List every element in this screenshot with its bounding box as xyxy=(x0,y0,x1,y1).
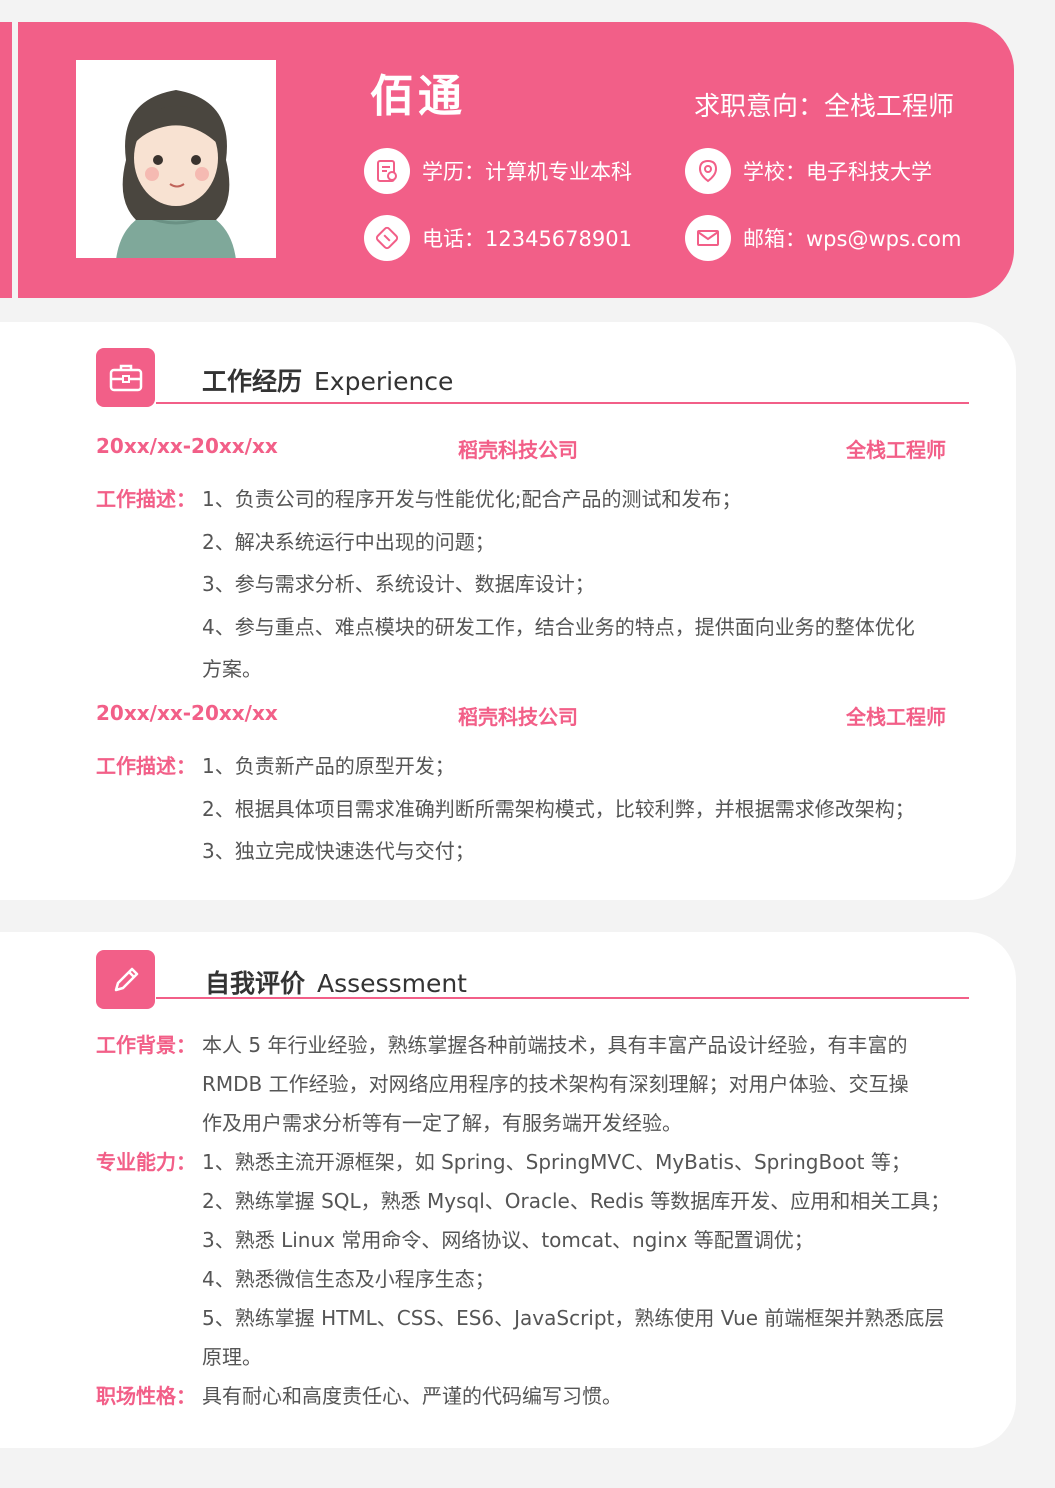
job-objective: 求职意向：全栈工程师 xyxy=(693,92,954,122)
assessment-line: 4、熟悉微信生态及小程序生态； xyxy=(202,1267,495,1291)
assessment-line: 3、熟悉 Linux 常用命令、网络协议、tomcat、nginx 等配置调优； xyxy=(202,1228,814,1252)
experience-divider xyxy=(156,402,969,404)
email-info: 邮箱：wps@wps.com xyxy=(685,215,961,261)
assessment-block: 专业能力： 1、熟悉主流开源框架，如 Spring、SpringMVC、MyBa… xyxy=(96,1143,966,1377)
certificate-icon xyxy=(364,148,410,194)
assessment-label: 专业能力： xyxy=(96,1150,196,1174)
experience-title: 工作经历 Experience xyxy=(202,362,453,398)
assessment-block: 职场性格： 具有耐心和高度责任心、严谨的代码编写习惯。 xyxy=(96,1377,966,1416)
assessment-line: 作及用户需求分析等有一定了解，有服务端开发经验。 xyxy=(202,1111,682,1135)
job-company: 稻壳科技公司 xyxy=(458,438,578,462)
assessment-title: 自我评价 Assessment xyxy=(205,964,467,1000)
assessment-title-zh: 自我评价 xyxy=(205,969,306,998)
assessment-title-en: Assessment xyxy=(317,969,467,998)
assessment-line: 5、熟练掌握 HTML、CSS、ES6、JavaScript，熟练使用 Vue … xyxy=(202,1306,945,1330)
school-info: 学校：电子科技大学 xyxy=(685,148,932,194)
job-description-line: 方案。 xyxy=(202,657,262,681)
assessment-line: 1、熟悉主流开源框架，如 Spring、SpringMVC、MyBatis、Sp… xyxy=(202,1150,911,1174)
job-description-line: 1、负责新产品的原型开发； xyxy=(202,754,455,778)
job-description-line: 3、独立完成快速迭代与交付； xyxy=(202,839,475,863)
job-date: 20xx/xx-20xx/xx xyxy=(96,701,278,725)
job-description-label: 工作描述： xyxy=(96,487,196,511)
assessment-content: 工作背景： 本人 5 年行业经验，熟练掌握各种前端技术，具有丰富产品设计经验，有… xyxy=(96,1026,966,1416)
assessment-block: 工作背景： 本人 5 年行业经验，熟练掌握各种前端技术，具有丰富产品设计经验，有… xyxy=(96,1026,966,1143)
profile-header: 佰通 求职意向：全栈工程师 学历：计算机专业本科 学校：电子科技大学 电话：12… xyxy=(26,22,1014,298)
email-text: 邮箱：wps@wps.com xyxy=(743,227,962,251)
assessment-line: 原理。 xyxy=(202,1345,262,1369)
assessment-line: 本人 5 年行业经验，熟练掌握各种前端技术，具有丰富产品设计经验，有丰富的 xyxy=(202,1033,908,1057)
phone-info: 电话：12345678901 xyxy=(364,215,632,261)
job-description: 工作描述： 1、负责新产品的原型开发； 2、根据具体项目需求准确判断所需架构模式… xyxy=(96,745,966,873)
education-text: 学历：计算机专业本科 xyxy=(422,160,632,184)
assessment-line: RMDB 工作经验，对网络应用程序的技术架构有深刻理解；对用户体验、交互操 xyxy=(202,1072,909,1096)
job-company: 稻壳科技公司 xyxy=(458,705,578,729)
job-description-line: 2、根据具体项目需求准确判断所需架构模式，比较利弊，并根据需求修改架构； xyxy=(202,796,915,821)
envelope-icon xyxy=(685,215,731,261)
pencil-icon xyxy=(96,950,155,1009)
job-description-line: 4、参与重点、难点模块的研发工作，结合业务的特点，提供面向业务的整体优化 xyxy=(202,614,915,639)
avatar xyxy=(76,60,276,258)
left-accent-bar-thin xyxy=(18,22,26,298)
phone-icon xyxy=(364,215,410,261)
job-description-label: 工作描述： xyxy=(96,754,196,778)
briefcase-icon xyxy=(96,348,155,407)
job-description-line: 2、解决系统运行中出现的问题； xyxy=(202,529,495,554)
assessment-line: 具有耐心和高度责任心、严谨的代码编写习惯。 xyxy=(202,1384,622,1408)
job-date: 20xx/xx-20xx/xx xyxy=(96,434,278,458)
job-description-line: 3、参与需求分析、系统设计、数据库设计； xyxy=(202,572,595,596)
phone-text: 电话：12345678901 xyxy=(422,227,632,251)
assessment-label: 工作背景： xyxy=(96,1033,196,1057)
assessment-label: 职场性格： xyxy=(96,1384,196,1408)
job-description-line: 1、负责公司的程序开发与性能优化;配合产品的测试和发布； xyxy=(202,487,742,511)
job-position: 全栈工程师 xyxy=(846,438,946,462)
left-accent-bar xyxy=(0,22,12,298)
school-text: 学校：电子科技大学 xyxy=(743,160,932,184)
assessment-divider xyxy=(156,997,969,999)
experience-title-en: Experience xyxy=(314,367,454,396)
candidate-name: 佰通 xyxy=(370,71,466,122)
location-pin-icon xyxy=(685,148,731,194)
job-description: 工作描述： 1、负责公司的程序开发与性能优化;配合产品的测试和发布； 2、解决系… xyxy=(96,478,966,691)
assessment-line: 2、熟练掌握 SQL，熟悉 Mysql、Oracle、Redis 等数据库开发、… xyxy=(202,1189,951,1213)
experience-title-zh: 工作经历 xyxy=(202,367,303,396)
education-info: 学历：计算机专业本科 xyxy=(364,148,632,194)
job-position: 全栈工程师 xyxy=(846,705,946,729)
